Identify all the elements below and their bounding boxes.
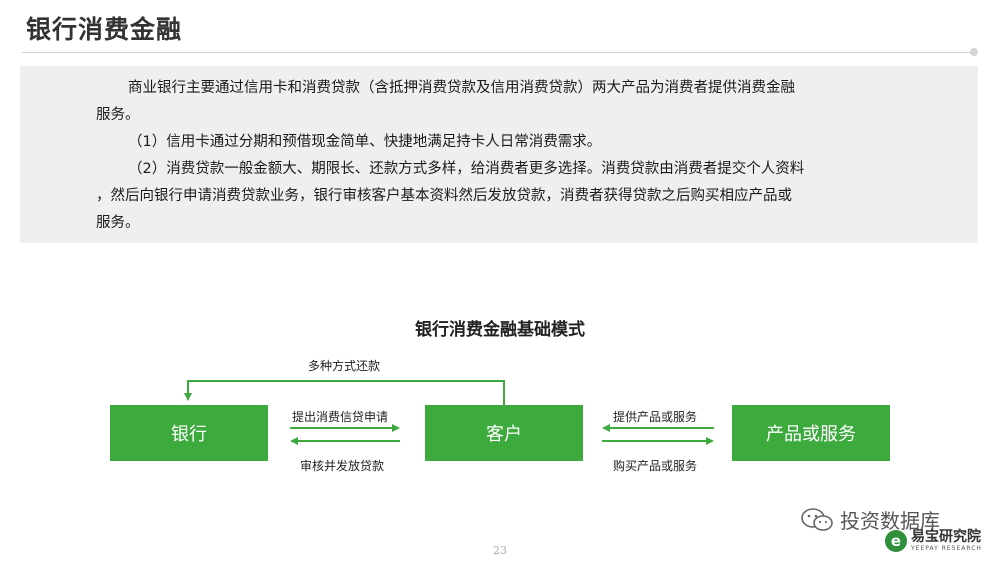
yeepay-logo-icon: e [885, 530, 907, 552]
label-provide: 提供产品或服务 [613, 410, 698, 424]
brand-name-cn: 易宝研究院 [911, 529, 981, 545]
brand-name-en: YEEPAY RESEARCH [911, 545, 982, 552]
label-apply: 提出消费信贷申请 [292, 410, 389, 424]
label-buy: 购买产品或服务 [613, 459, 698, 473]
watermark-brand: e 易宝研究院 YEEPAY RESEARCH [885, 530, 982, 552]
page-number: 23 [493, 544, 507, 557]
flow-arrows [184, 380, 714, 445]
node-product: 产品或服务 [732, 405, 890, 461]
arrow-repay [184, 380, 505, 405]
label-approve: 审核并发放贷款 [300, 459, 385, 473]
label-repay: 多种方式还款 [308, 359, 381, 373]
node-bank: 银行 [110, 405, 268, 461]
node-customer: 客户 [425, 405, 583, 461]
wechat-icon [800, 507, 834, 533]
